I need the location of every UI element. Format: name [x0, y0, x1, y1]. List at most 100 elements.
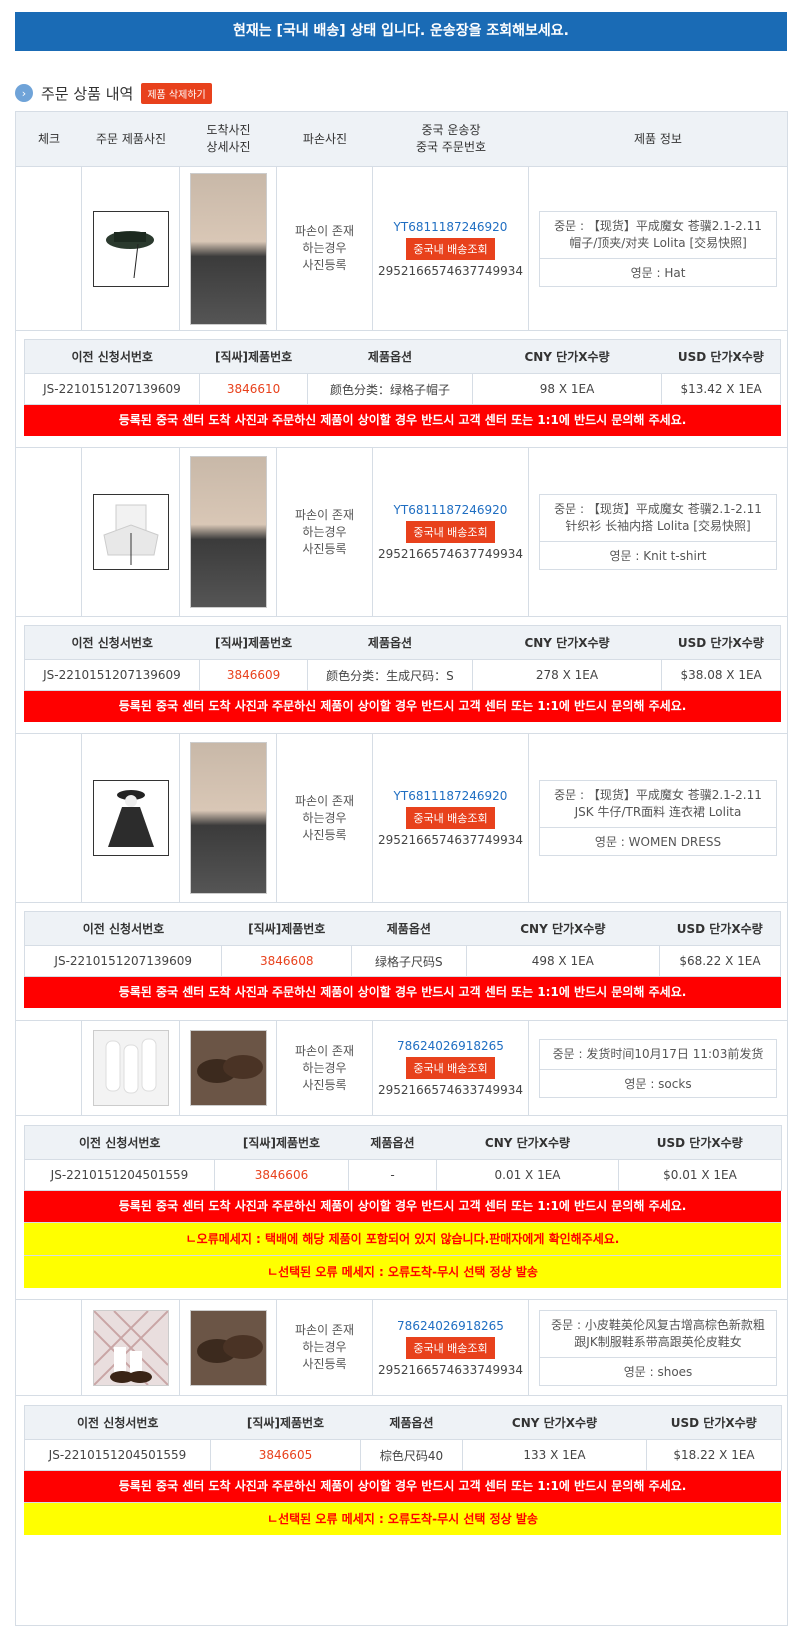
sub-header-usd: USD 단가X수량	[646, 1405, 782, 1440]
tracking-number[interactable]: YT6811187246920	[394, 789, 508, 803]
product-option: 绿格子尺码S	[351, 945, 467, 977]
sub-header-code: [직싸]제품번호	[199, 339, 308, 374]
product-row: 파손이 존재 하는경우 사진등록 YT6811187246920 중국내 배송조회 …	[16, 167, 787, 331]
product-code[interactable]: 3846606	[214, 1159, 349, 1191]
order-table: 체크 주문 제품사진 도착사진 상세사진 파손사진 중국 운송장 중국 주문번호 제…	[15, 111, 788, 1626]
order-number: 2952166574637749934	[377, 833, 524, 847]
product-info: 중문 : 发货时间10月17日 11:03前发货 영문 : socks	[539, 1038, 777, 1098]
info-chinese: 중문 : 发货时间10月17日 11:03前发货	[540, 1040, 776, 1070]
selected-error-message: ㄴ선택된 오류 메세지 : 오류도착-무시 선택 정상 발송	[24, 1255, 781, 1288]
product-row: 파손이 존재 하는경우 사진등록 YT6811187246920 중국내 배송조회 …	[16, 447, 787, 617]
product-photo[interactable]	[92, 1030, 169, 1106]
product-option: 棕色尺码40	[360, 1439, 463, 1471]
prev-number: JS-2210151207139609	[24, 373, 200, 405]
usd-price: $13.42 X 1EA	[680, 382, 762, 396]
damage-upload-text[interactable]: 파손이 존재 하는경우 사진등록	[295, 793, 354, 844]
arrival-photo[interactable]	[189, 1030, 267, 1106]
product-row: 파손이 존재 하는경우 사진등록 YT6811187246920 중국내 배송조회 …	[16, 733, 787, 903]
warning-message: 등록된 중국 센터 도착 사진과 주문하신 제품이 상이할 경우 반드시 고객 …	[24, 1191, 781, 1222]
warning-message: 등록된 중국 센터 도착 사진과 주문하신 제품이 상이할 경우 반드시 고객 …	[24, 977, 781, 1008]
sub-header-code: [직싸]제품번호	[199, 625, 308, 660]
check-cell[interactable]	[16, 734, 82, 902]
product-photo[interactable]	[92, 210, 169, 287]
tracking-number[interactable]: YT6811187246920	[394, 503, 508, 517]
sub-header-cny: CNY 단가X수량	[462, 1405, 647, 1440]
arrival-photo[interactable]	[189, 172, 267, 325]
check-cell[interactable]	[16, 167, 82, 330]
info-chinese: 중문 : 【现货】平成魔女 苍骥2.1-2.11 JSK 牛仔/TR面料 连衣裙…	[540, 781, 776, 828]
arrival-photo[interactable]	[189, 1309, 267, 1386]
product-photo[interactable]	[92, 494, 169, 570]
warning-message: 등록된 중국 센터 도착 사진과 주문하신 제품이 상이할 경우 반드시 고객 …	[24, 405, 781, 436]
chevron-right-icon: ›	[15, 84, 33, 102]
arrival-photo[interactable]	[189, 742, 267, 894]
order-number: 2952166574633749934	[377, 1362, 524, 1377]
track-button[interactable]: 중국내 배송조회	[406, 1336, 495, 1359]
header-info: 제품 정보	[634, 131, 682, 146]
info-english: 영문 : shoes	[623, 1364, 693, 1379]
section-title: 주문 상품 내역	[41, 84, 134, 103]
info-chinese: 중문 : 小皮鞋英伦风复古增高棕色新款粗跟JK制服鞋系带高跟英伦皮鞋女	[540, 1311, 776, 1358]
tracking-number[interactable]: 78624026918265	[397, 1039, 504, 1053]
info-chinese: 중문 : 【现货】平成魔女 苍骥2.1-2.11 帽子/顶夹/对夹 Lolita…	[540, 212, 776, 259]
info-english: 영문 : socks	[624, 1076, 692, 1091]
sub-header-option: 제품옵션	[307, 339, 473, 374]
order-number: 2952166574637749934	[377, 263, 524, 278]
order-detail: 이전 신청서번호 [직싸]제품번호 제품옵션 CNY 단가X수량 USD 단가X수량 J…	[24, 911, 781, 1008]
sub-header-option: 제품옵션	[348, 1125, 437, 1160]
product-photo[interactable]	[92, 780, 169, 856]
order-detail: 이전 신청서번호 [직싸]제품번호 제품옵션 CNY 단가X수량 USD 단가X수량 J…	[24, 1125, 782, 1288]
product-photo[interactable]	[92, 1309, 169, 1386]
prev-number: JS-2210151207139609	[24, 945, 223, 977]
sub-header-cny: CNY 단가X수량	[466, 911, 660, 946]
header-photo: 주문 제품사진	[95, 131, 167, 146]
info-chinese: 중문 : 【现货】平成魔女 苍骥2.1-2.11 针织衫 长袖内搭 Lolita…	[540, 495, 776, 542]
check-cell[interactable]	[16, 448, 82, 616]
tracking-number[interactable]: 78624026918265	[397, 1319, 504, 1333]
selected-error-message: ㄴ선택된 오류 메세지 : 오류도착-무시 선택 정상 발송	[24, 1502, 781, 1535]
cny-price: 278 X 1EA	[472, 659, 663, 691]
product-option: 颜色分类：绿格子帽子	[307, 373, 473, 405]
order-number: 2952166574637749934	[377, 547, 524, 561]
track-button[interactable]: 중국내 배송조회	[406, 1057, 495, 1079]
prev-number: JS-2210151204501559	[24, 1439, 211, 1471]
info-english: 영문 : WOMEN DRESS	[594, 835, 722, 849]
delete-product-button[interactable]: 제품 삭제하기	[141, 82, 212, 104]
tracking-number[interactable]: YT6811187246920	[394, 220, 508, 234]
info-english: 영문 : Hat	[630, 265, 686, 280]
sub-header-code: [직싸]제품번호	[214, 1125, 349, 1160]
check-cell[interactable]	[16, 1300, 82, 1395]
product-info: 중문 : 【现货】平成魔女 苍骥2.1-2.11 JSK 牛仔/TR面料 连衣裙…	[539, 780, 777, 856]
product-info: 중문 : 【现货】平成魔女 苍骥2.1-2.11 帽子/顶夹/对夹 Lolita…	[539, 210, 777, 287]
track-button[interactable]: 중국내 배송조회	[406, 237, 495, 260]
product-code[interactable]: 3846605	[210, 1439, 361, 1471]
table-header: 체크 주문 제품사진 도착사진 상세사진 파손사진 중국 운송장 중국 주문번호 제…	[16, 112, 787, 167]
product-code[interactable]: 3846609	[199, 659, 309, 691]
check-cell[interactable]	[16, 1021, 82, 1115]
damage-upload-text[interactable]: 파손이 존재 하는경우 사진등록	[295, 223, 354, 274]
product-code[interactable]: 3846610	[199, 373, 309, 405]
order-detail: 이전 신청서번호 [직싸]제품번호 제품옵션 CNY 단가X수량 USD 단가X수량 J…	[24, 1405, 782, 1535]
cny-price: 498 X 1EA	[466, 945, 660, 977]
cny-price: 98 X 1EA	[472, 373, 663, 405]
sub-header-cny: CNY 단가X수량	[436, 1125, 619, 1160]
track-button[interactable]: 중국내 배송조회	[406, 807, 495, 829]
header-tracking: 중국 운송장 중국 주문번호	[415, 123, 487, 154]
warning-message: 등록된 중국 센터 도착 사진과 주문하신 제품이 상이할 경우 반드시 고객 …	[24, 691, 781, 722]
damage-upload-text[interactable]: 파손이 존재 하는경우 사진등록	[295, 1322, 354, 1373]
product-code[interactable]: 3846608	[221, 945, 353, 977]
error-message: ㄴ오류메세지 : 택배에 해당 제품이 포함되어 있지 않습니다.판매자에게 확…	[24, 1222, 781, 1255]
sub-header-option: 제품옵션	[307, 625, 473, 660]
track-button[interactable]: 중국내 배송조회	[406, 521, 495, 543]
product-option: -	[348, 1159, 437, 1191]
arrival-photo[interactable]	[189, 456, 267, 608]
damage-upload-text[interactable]: 파손이 존재 하는경우 사진등록	[295, 507, 354, 558]
sub-header-cny: CNY 단가X수량	[472, 625, 662, 660]
product-row: 파손이 존재 하는경우 사진등록 78624026918265 중국내 배송조회 2…	[16, 1020, 787, 1116]
product-row: 파손이 존재 하는경우 사진등록 78624026918265 중국내 배송조회 2…	[16, 1299, 787, 1396]
sub-header-usd: USD 단가X수량	[659, 911, 781, 946]
sub-header-code: [직싸]제품번호	[221, 911, 352, 946]
product-option: 颜色分类：生成尺码：S	[307, 659, 473, 691]
order-detail: 이전 신청서번호 [직싸]제품번호 제품옵션 CNY 단가X수량 USD 단가X수량 J…	[24, 625, 781, 722]
damage-upload-text[interactable]: 파손이 존재 하는경우 사진등록	[295, 1043, 354, 1094]
